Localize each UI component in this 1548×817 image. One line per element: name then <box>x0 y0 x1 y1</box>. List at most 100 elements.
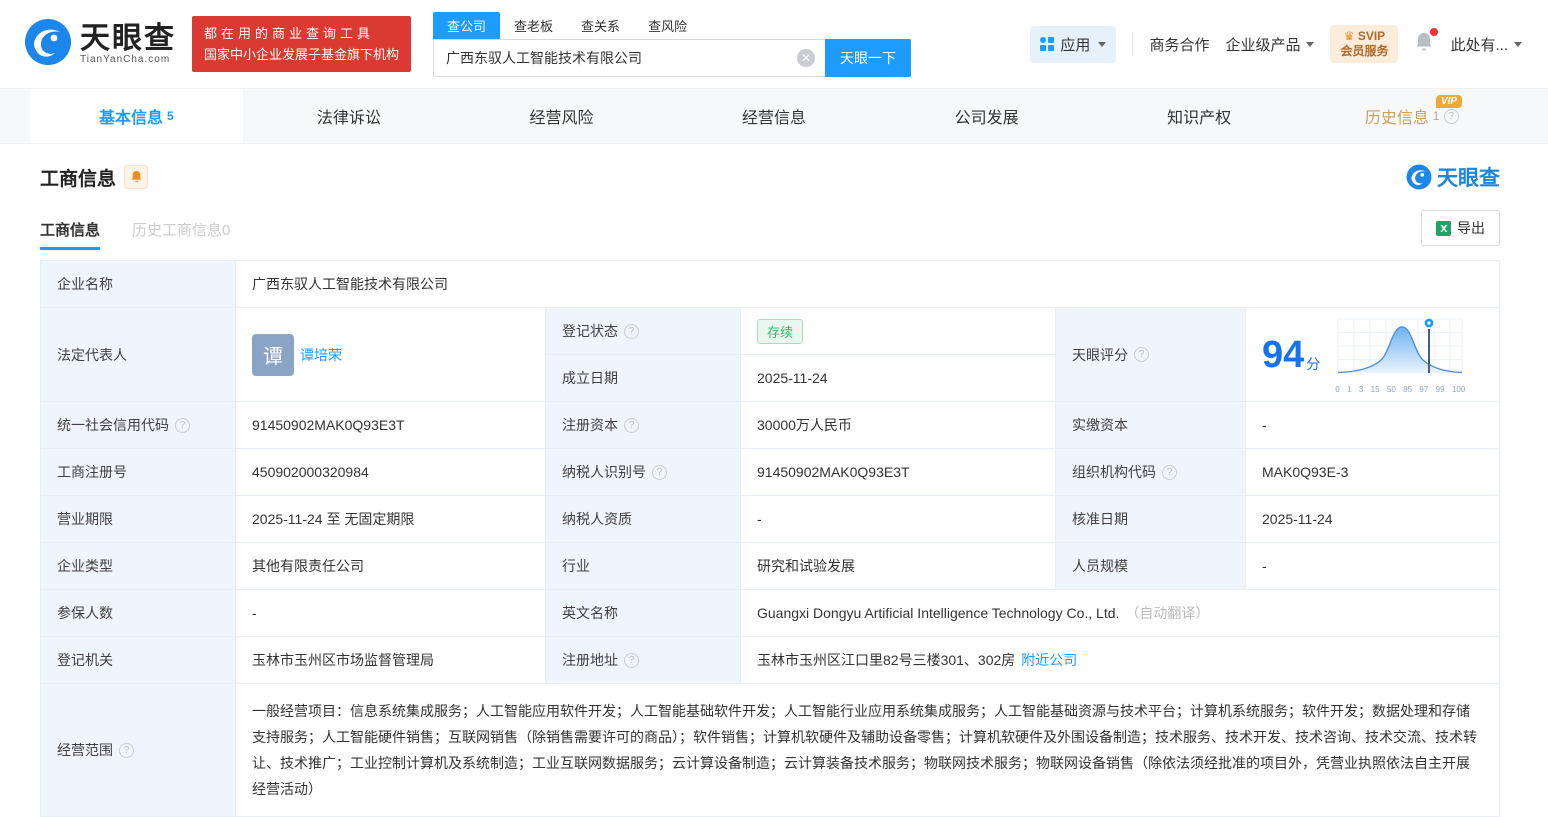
tab-business-info[interactable]: 经营信息 <box>668 89 881 143</box>
tab-label: 法律诉讼 <box>316 110 381 127</box>
search-block: 查公司 查老板 查关系 查风险 ✕ 天眼一下 <box>433 11 912 77</box>
registry-label: 登记机关 <box>41 637 236 683</box>
taxpayer-id-label: 纳税人识别号 ? <box>546 449 741 495</box>
table-row: 统一社会信用代码 ? 91450902MAK0Q93E3T 注册资本 ? 300… <box>41 402 1499 449</box>
business-cooperation-link[interactable]: 商务合作 <box>1149 34 1209 55</box>
staff-size-value: - <box>1262 558 1267 574</box>
export-label: 导出 <box>1457 220 1485 236</box>
tab-operating-risk[interactable]: 经营风险 <box>455 89 668 143</box>
table-row: 登记机关 玉林市玉州区市场监督管理局 注册地址 ? 玉林市玉州区江口里82号三楼… <box>41 637 1499 684</box>
english-name-value: Guangxi Dongyu Artificial Intelligence T… <box>757 605 1210 621</box>
svip-line2: 会员服务 <box>1340 44 1389 58</box>
table-row: 营业期限 2025-11-24 至 无固定期限 纳税人资质 - 核准日期 202… <box>41 496 1499 543</box>
help-icon[interactable]: ? <box>624 652 639 668</box>
tab-legal-proceedings[interactable]: 法律诉讼 <box>243 89 456 143</box>
search-tab-boss[interactable]: 查老板 <box>500 12 567 39</box>
search-tab-risk[interactable]: 查风险 <box>634 12 701 39</box>
reg-number-label: 工商注册号 <box>41 449 236 495</box>
help-icon[interactable]: ? <box>175 417 190 433</box>
table-row: 企业名称 广西东驭人工智能技术有限公司 <box>41 261 1499 308</box>
legal-rep-link[interactable]: 谭培荣 <box>300 345 342 365</box>
subtab-business-info[interactable]: 工商信息 <box>40 219 101 250</box>
svip-member-badge[interactable]: ♛ SVIP 会员服务 <box>1330 25 1399 63</box>
company-type-label: 企业类型 <box>41 543 236 589</box>
user-name: 此处有... <box>1450 36 1508 54</box>
watermark-text: 天眼查 <box>1437 167 1500 190</box>
score-number: 94 <box>1262 333 1305 376</box>
score-label: 天眼评分 ? <box>1056 308 1246 401</box>
status-date-column: 登记状态 ? 存续 成立日期 2025-11-24 <box>546 308 1056 401</box>
subscribe-bell-button[interactable] <box>124 165 149 189</box>
notification-bell[interactable] <box>1414 27 1439 58</box>
apps-label: 应用 <box>1060 36 1091 54</box>
search-tabs: 查公司 查老板 查关系 查风险 <box>433 11 911 39</box>
business-info-table: 企业名称 广西东驭人工智能技术有限公司 法定代表人 谭 谭培荣 登记状态 ? 存… <box>40 260 1500 817</box>
table-row: 法定代表人 谭 谭培荣 登记状态 ? 存续 成立日期 2025-11-24 天眼… <box>41 308 1499 402</box>
tab-company-development[interactable]: 公司发展 <box>880 89 1093 143</box>
english-name-label: 英文名称 <box>546 590 741 636</box>
enterprise-products-label: 企业级产品 <box>1225 36 1301 54</box>
company-name-value: 广西东驭人工智能技术有限公司 <box>252 276 448 292</box>
table-row: 参保人数 - 英文名称 Guangxi Dongyu Artificial In… <box>41 590 1499 637</box>
svip-line1: ♛ SVIP <box>1343 29 1386 43</box>
help-icon[interactable]: ? <box>624 323 639 339</box>
help-icon[interactable]: ? <box>624 417 639 433</box>
tianyancha-logo[interactable]: 天眼查 TianYanCha.com <box>24 18 176 71</box>
promo-banner: 都在用的商业查询工具 国家中小企业发展子基金旗下机构 <box>192 16 412 72</box>
notification-red-dot <box>1430 27 1439 36</box>
company-name-label: 企业名称 <box>41 261 236 307</box>
search-button[interactable]: 天眼一下 <box>825 38 912 77</box>
reg-capital-value: 30000万人民币 <box>741 402 1056 448</box>
logo-domain: TianYanCha.com <box>80 53 171 65</box>
watermark-logo: 天眼查 <box>1406 162 1500 192</box>
help-icon[interactable]: ? <box>1443 108 1459 124</box>
table-row: 工商注册号 450902000320984 纳税人识别号 ? 91450902M… <box>41 449 1499 496</box>
est-date-label: 成立日期 <box>546 355 741 401</box>
tab-basic-info[interactable]: 基本信息 5 <box>30 89 243 143</box>
top-header: 天眼查 TianYanCha.com 都在用的商业查询工具 国家中小企业发展子基… <box>0 0 1548 88</box>
tab-intellectual-property[interactable]: 知识产权 <box>1093 89 1306 143</box>
logo-swirl-icon <box>24 18 72 71</box>
logo-text: 天眼查 <box>80 21 176 55</box>
chevron-down-icon <box>1306 41 1315 47</box>
status-badge: 存续 <box>757 318 804 344</box>
search-tab-company[interactable]: 查公司 <box>433 11 501 39</box>
export-button[interactable]: 导出 <box>1421 210 1500 246</box>
apps-grid-icon <box>1040 37 1055 51</box>
apps-menu[interactable]: 应用 <box>1030 25 1117 63</box>
excel-icon <box>1436 220 1451 236</box>
taxpayer-qual-value: - <box>741 496 1056 542</box>
score-axis-ticks: 0 1 3 15 50 85 97 99 100 <box>1335 385 1466 394</box>
subtab-label: 历史工商信息 <box>132 222 223 239</box>
tab-label: 经营风险 <box>529 110 594 127</box>
industry-value: 研究和试验发展 <box>741 543 1056 589</box>
user-account-menu[interactable]: 此处有... <box>1450 34 1522 55</box>
subtab-history-business-info[interactable]: 历史工商信息0 <box>132 219 230 250</box>
promo-line2: 国家中小企业发展子基金旗下机构 <box>204 47 400 62</box>
approval-date-label: 核准日期 <box>1056 496 1246 542</box>
search-input[interactable] <box>433 38 826 77</box>
help-icon[interactable]: ? <box>119 742 134 758</box>
paid-capital-label: 实缴资本 <box>1056 402 1246 448</box>
header-right: 应用 商务合作 企业级产品 ♛ SVIP 会员服务 此处有... <box>1030 25 1522 63</box>
est-date-value: 2025-11-24 <box>757 370 828 386</box>
score-distribution-chart: 0 1 3 15 50 85 97 99 100 <box>1334 315 1466 394</box>
insured-value: - <box>236 590 546 636</box>
help-icon[interactable]: ? <box>1134 347 1149 362</box>
enterprise-products-link[interactable]: 企业级产品 <box>1225 34 1315 55</box>
scope-label: 经营范围 ? <box>41 684 236 816</box>
nearby-companies-link[interactable]: 附近公司 <box>1021 650 1077 670</box>
help-icon[interactable]: ? <box>652 464 667 480</box>
chevron-down-icon <box>1514 41 1522 47</box>
tab-label: 历史信息 <box>1364 110 1429 127</box>
legal-rep-label: 法定代表人 <box>41 308 236 401</box>
search-tab-relation[interactable]: 查关系 <box>567 12 634 39</box>
registry-value: 玉林市玉州区市场监督管理局 <box>236 637 546 683</box>
paid-capital-value: - <box>1262 417 1267 433</box>
business-term-label: 营业期限 <box>41 496 236 542</box>
clear-search-icon[interactable]: ✕ <box>797 48 816 67</box>
tab-history-info[interactable]: VIP 历史信息 1 ? <box>1305 89 1518 143</box>
logo-swirl-icon <box>1406 164 1432 190</box>
help-icon[interactable]: ? <box>1162 464 1177 480</box>
reg-capital-label: 注册资本 ? <box>546 402 741 448</box>
